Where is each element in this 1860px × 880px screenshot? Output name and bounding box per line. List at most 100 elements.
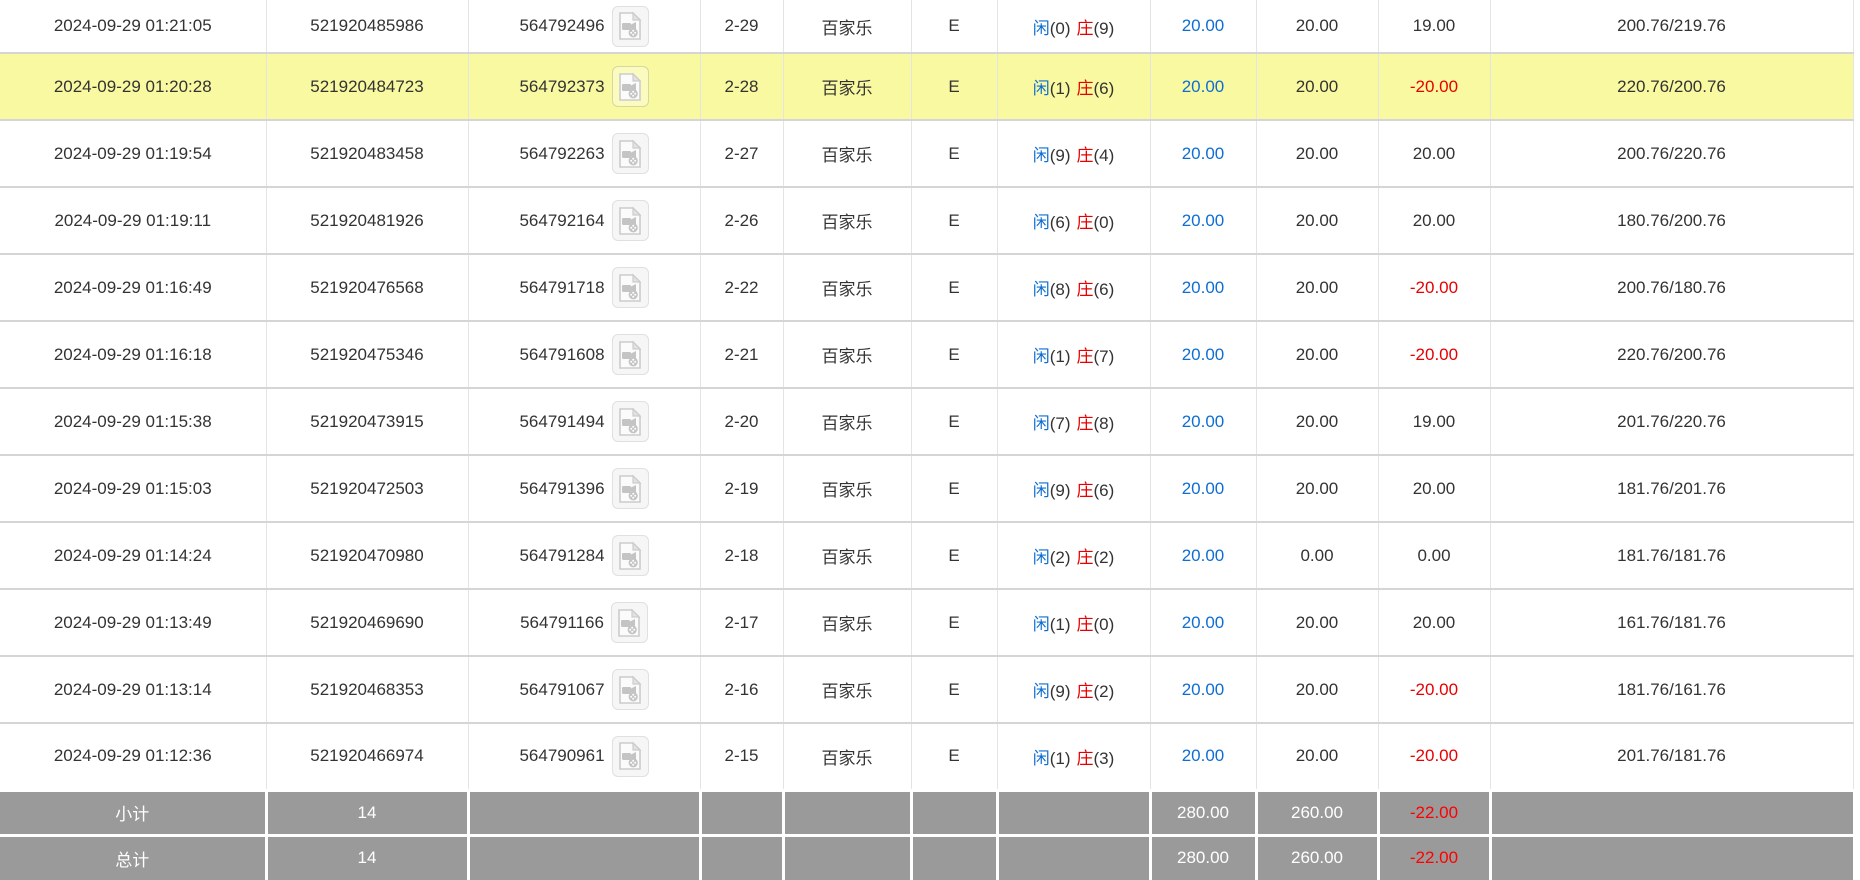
- bet-time-cell: 2024-09-29 01:16:18: [0, 320, 267, 389]
- video-replay-button[interactable]: [611, 468, 649, 509]
- table-code-cell: E: [910, 186, 998, 255]
- banker-count: 6: [1094, 79, 1115, 98]
- table-row: 2024-09-29 01:16:49 521920476568 5647917…: [0, 253, 1854, 322]
- round-id-cell: 564791166: [467, 588, 701, 657]
- table-code-cell: E: [910, 722, 998, 791]
- bet-time-cell: 2024-09-29 01:16:49: [0, 253, 267, 322]
- table-row: 2024-09-29 01:20:28 521920484723 5647923…: [0, 52, 1854, 121]
- video-replay-button[interactable]: [611, 267, 649, 308]
- bet-amount-link[interactable]: 20.00: [1182, 412, 1225, 431]
- winloss-cell: 19.00: [1377, 0, 1491, 54]
- bet-amount-link[interactable]: 20.00: [1182, 278, 1225, 297]
- player-label: 闲: [1032, 548, 1050, 567]
- bet-amount-link[interactable]: 20.00: [1182, 546, 1225, 565]
- table-row: 2024-09-29 01:19:11 521920481926 5647921…: [0, 186, 1854, 255]
- total-valid: 260.00: [1254, 833, 1380, 880]
- round-id-group: 564792263: [469, 133, 699, 174]
- order-id-cell: 521920470980: [265, 521, 469, 590]
- banker-label: 庄: [1076, 146, 1094, 165]
- order-id-cell: 521920472503: [265, 454, 469, 523]
- banker-count: 7: [1094, 347, 1115, 366]
- bet-time-cell: 2024-09-29 01:12:36: [0, 722, 267, 791]
- bet-amount-cell: 20.00: [1149, 521, 1257, 590]
- player-count: 0: [1050, 19, 1071, 38]
- winloss-cell: 20.00: [1377, 588, 1491, 657]
- round-id-cell: 564792373: [467, 52, 701, 121]
- bet-amount-link[interactable]: 20.00: [1182, 144, 1225, 163]
- banker-count: 2: [1094, 548, 1115, 567]
- video-replay-button[interactable]: [611, 200, 649, 241]
- round-id-group: 564791396: [469, 468, 699, 509]
- bet-amount-link[interactable]: 20.00: [1182, 211, 1225, 230]
- table-code-cell: E: [910, 119, 998, 188]
- records-body: 2024-09-29 01:21:05 521920485986 5647924…: [0, 0, 1854, 791]
- result-cell: 闲6庄0: [996, 186, 1151, 255]
- bet-amount-link[interactable]: 20.00: [1182, 479, 1225, 498]
- winloss-cell: -20.00: [1377, 253, 1491, 322]
- banker-label: 庄: [1076, 615, 1094, 634]
- valid-amount-cell: 0.00: [1255, 521, 1379, 590]
- table-row: 2024-09-29 01:15:38 521920473915 5647914…: [0, 387, 1854, 456]
- subtotal-winloss: -22.00: [1376, 788, 1492, 835]
- bet-amount-cell: 20.00: [1149, 588, 1257, 657]
- banker-count: 3: [1094, 749, 1115, 768]
- game-name-cell: 百家乐: [782, 521, 912, 590]
- player-label: 闲: [1032, 414, 1050, 433]
- subtotal-label: 小计: [0, 788, 268, 835]
- balance-cell: 180.76/200.76: [1489, 186, 1854, 255]
- order-id-cell: 521920483458: [265, 119, 469, 188]
- video-replay-button[interactable]: [611, 66, 649, 107]
- subtotal-bet: 280.00: [1148, 788, 1258, 835]
- game-name-cell: 百家乐: [782, 52, 912, 121]
- valid-amount-cell: 20.00: [1255, 0, 1379, 54]
- banker-count: 4: [1094, 146, 1115, 165]
- video-replay-button[interactable]: [611, 5, 649, 47]
- table-code-cell: E: [910, 253, 998, 322]
- round-id-group: 564792496: [469, 5, 699, 47]
- video-file-icon: [619, 340, 642, 369]
- bet-amount-link[interactable]: 20.00: [1182, 613, 1225, 632]
- result-cell: 闲2庄2: [996, 521, 1151, 590]
- bet-amount-link[interactable]: 20.00: [1182, 345, 1225, 364]
- video-replay-button[interactable]: [611, 401, 649, 442]
- game-name-cell: 百家乐: [782, 253, 912, 322]
- banker-label: 庄: [1076, 213, 1094, 232]
- summary-empty-cell: [466, 788, 702, 835]
- video-replay-button[interactable]: [610, 602, 648, 643]
- summary-empty-cell: [909, 833, 999, 880]
- balance-cell: 201.76/181.76: [1489, 722, 1854, 791]
- round-id: 564791284: [519, 545, 605, 565]
- total-winloss: -22.00: [1376, 833, 1492, 880]
- balance-cell: 200.76/219.76: [1489, 0, 1854, 54]
- video-file-icon: [619, 741, 642, 771]
- summary-empty-cell: [1488, 788, 1853, 835]
- round-id: 564791608: [519, 344, 605, 364]
- video-replay-button[interactable]: [611, 669, 649, 710]
- result-cell: 闲9庄6: [996, 454, 1151, 523]
- bet-amount-cell: 20.00: [1149, 186, 1257, 255]
- bet-amount-link[interactable]: 20.00: [1182, 746, 1225, 765]
- video-replay-button[interactable]: [611, 133, 649, 174]
- player-label: 闲: [1032, 347, 1050, 366]
- player-label: 闲: [1032, 481, 1050, 500]
- video-file-icon: [619, 474, 642, 503]
- valid-amount-cell: 20.00: [1255, 722, 1379, 791]
- bet-amount-link[interactable]: 20.00: [1182, 77, 1225, 96]
- bet-amount-link[interactable]: 20.00: [1182, 16, 1225, 35]
- player-label: 闲: [1032, 18, 1050, 38]
- valid-amount-cell: 20.00: [1255, 119, 1379, 188]
- bet-time-cell: 2024-09-29 01:20:28: [0, 52, 267, 121]
- bet-amount-cell: 20.00: [1149, 722, 1257, 791]
- player-label: 闲: [1032, 79, 1050, 98]
- round-id-cell: 564791608: [467, 320, 701, 389]
- video-replay-button[interactable]: [611, 535, 649, 576]
- video-replay-button[interactable]: [611, 334, 649, 375]
- round-no-cell: 2-19: [699, 454, 784, 523]
- video-replay-button[interactable]: [611, 735, 649, 777]
- video-file-icon: [619, 139, 642, 168]
- order-id-cell: 521920468353: [265, 655, 469, 724]
- table-code-cell: E: [910, 320, 998, 389]
- order-id-cell: 521920484723: [265, 52, 469, 121]
- order-id-cell: 521920481926: [265, 186, 469, 255]
- bet-amount-link[interactable]: 20.00: [1182, 680, 1225, 699]
